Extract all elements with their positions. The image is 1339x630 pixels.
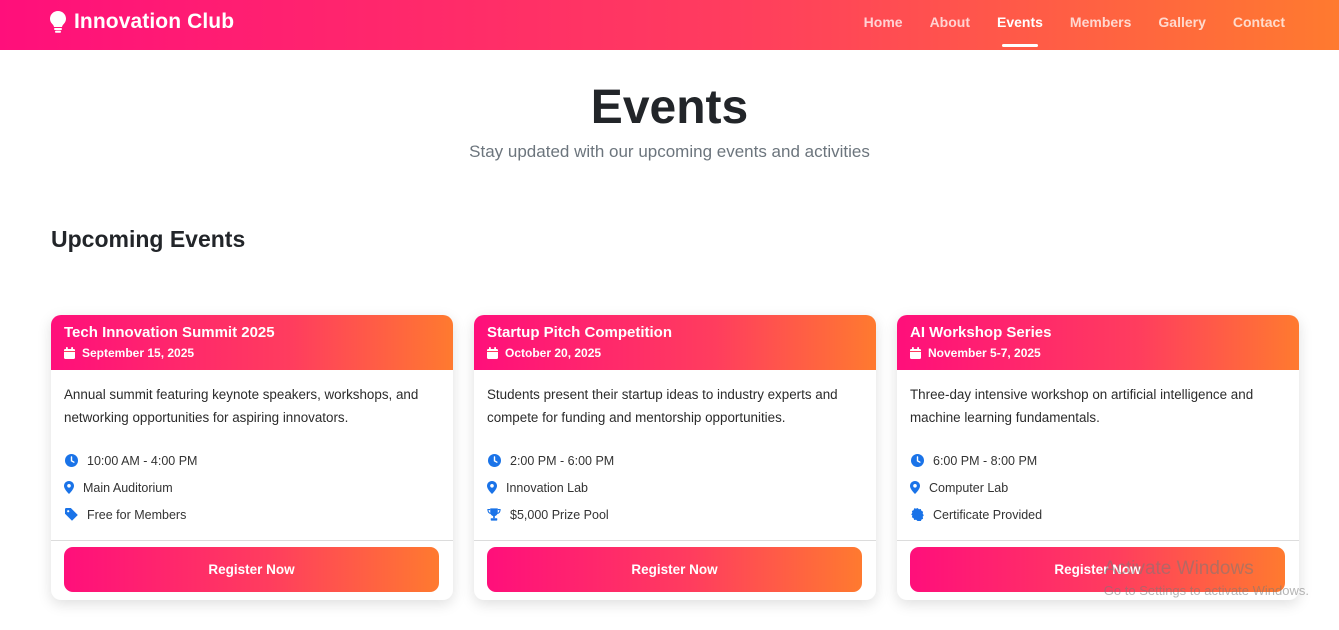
map-pin-icon xyxy=(910,481,920,495)
event-date: November 5-7, 2025 xyxy=(910,346,1286,360)
page-subtitle: Stay updated with our upcoming events an… xyxy=(469,142,870,161)
nav-links: Home About Events Members Gallery Contac… xyxy=(864,0,1285,50)
event-date-text: September 15, 2025 xyxy=(82,346,195,360)
clock-icon xyxy=(64,454,78,468)
event-location-text: Innovation Lab xyxy=(506,480,589,495)
event-date-text: October 20, 2025 xyxy=(505,346,602,360)
event-meta-list: 2:00 PM - 6:00 PM Innovation Lab $5,000 … xyxy=(474,447,876,528)
event-location: Computer Lab xyxy=(910,474,1286,501)
calendar-icon xyxy=(64,347,75,359)
event-time: 10:00 AM - 4:00 PM xyxy=(64,447,440,474)
card-divider xyxy=(51,540,453,541)
watermark-title: Activate Windows xyxy=(1103,558,1254,579)
activate-windows-watermark: Activate Windows Go to Settings to activ… xyxy=(1104,558,1309,598)
nav-link-about[interactable]: About xyxy=(930,0,970,50)
page-title: Events xyxy=(590,81,749,134)
register-button[interactable]: Register Now xyxy=(64,547,439,592)
event-card-header: Startup Pitch Competition October 20, 20… xyxy=(474,315,876,370)
card-divider xyxy=(474,540,876,541)
event-title: Tech Innovation Summit 2025 xyxy=(64,324,275,341)
brand[interactable]: Innovation Club xyxy=(50,10,234,34)
event-time-text: 2:00 PM - 6:00 PM xyxy=(510,453,615,468)
certificate-icon xyxy=(910,508,924,522)
event-date: September 15, 2025 xyxy=(64,346,440,360)
event-location: Main Auditorium xyxy=(64,474,440,501)
event-time-text: 10:00 AM - 4:00 PM xyxy=(87,453,198,468)
nav-link-gallery[interactable]: Gallery xyxy=(1158,0,1205,50)
event-card: Startup Pitch Competition October 20, 20… xyxy=(474,315,876,600)
event-date: October 20, 2025 xyxy=(487,346,863,360)
calendar-icon xyxy=(487,347,498,359)
nav-link-members[interactable]: Members xyxy=(1070,0,1131,50)
nav-link-events[interactable]: Events xyxy=(997,0,1043,50)
event-meta-list: 6:00 PM - 8:00 PM Computer Lab Certifica… xyxy=(897,447,1299,528)
register-button[interactable]: Register Now xyxy=(487,547,862,592)
event-description: Three-day intensive workshop on artifici… xyxy=(910,387,1254,425)
event-location-text: Computer Lab xyxy=(929,480,1009,495)
event-date-text: November 5-7, 2025 xyxy=(928,346,1041,360)
trophy-icon xyxy=(487,508,501,522)
watermark-subtitle: Go to Settings to activate Windows. xyxy=(1103,583,1309,598)
event-meta-list: 10:00 AM - 4:00 PM Main Auditorium Free … xyxy=(51,447,453,528)
event-time-text: 6:00 PM - 8:00 PM xyxy=(933,453,1038,468)
event-extra: $5,000 Prize Pool xyxy=(487,501,863,528)
event-location: Innovation Lab xyxy=(487,474,863,501)
event-extra-text: $5,000 Prize Pool xyxy=(510,507,609,522)
event-description: Annual summit featuring keynote speakers… xyxy=(64,387,419,425)
map-pin-icon xyxy=(487,481,497,495)
event-extra-text: Free for Members xyxy=(87,507,187,522)
event-card-header: AI Workshop Series November 5-7, 2025 xyxy=(897,315,1299,370)
event-extra: Free for Members xyxy=(64,501,440,528)
event-time: 2:00 PM - 6:00 PM xyxy=(487,447,863,474)
event-card: Tech Innovation Summit 2025 September 15… xyxy=(51,315,453,600)
event-time: 6:00 PM - 8:00 PM xyxy=(910,447,1286,474)
lightbulb-icon xyxy=(50,11,66,33)
event-title: AI Workshop Series xyxy=(910,324,1052,341)
card-divider xyxy=(897,540,1299,541)
nav-link-contact[interactable]: Contact xyxy=(1233,0,1285,50)
navbar: Innovation Club Home About Events Member… xyxy=(0,0,1339,50)
nav-link-home[interactable]: Home xyxy=(864,0,903,50)
event-title: Startup Pitch Competition xyxy=(487,324,672,341)
event-location-text: Main Auditorium xyxy=(83,480,173,495)
event-card-header: Tech Innovation Summit 2025 September 15… xyxy=(51,315,453,370)
brand-name: Innovation Club xyxy=(74,10,235,33)
event-extra: Certificate Provided xyxy=(910,501,1286,528)
tag-icon xyxy=(64,508,78,522)
clock-icon xyxy=(487,454,501,468)
event-description: Students present their startup ideas to … xyxy=(487,387,838,425)
event-extra-text: Certificate Provided xyxy=(933,507,1043,522)
clock-icon xyxy=(910,454,924,468)
map-pin-icon xyxy=(64,481,74,495)
section-title: Upcoming Events xyxy=(51,226,246,252)
calendar-icon xyxy=(910,347,921,359)
